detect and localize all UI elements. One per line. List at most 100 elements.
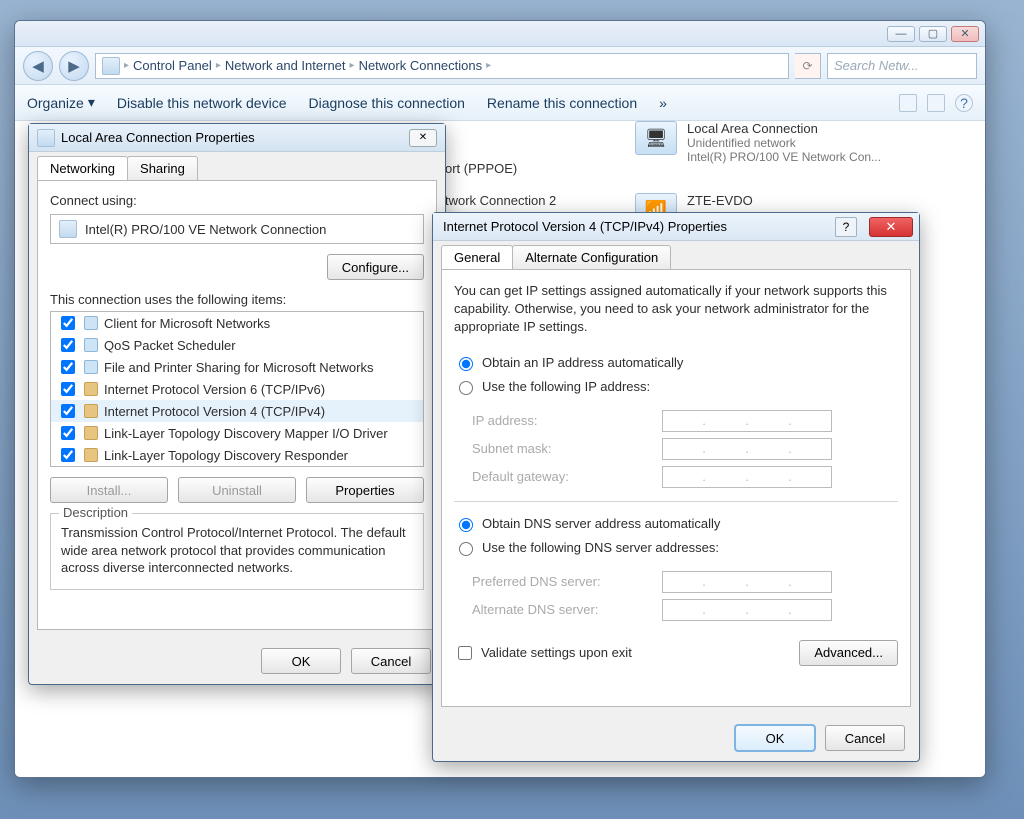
rename-button[interactable]: Rename this connection	[487, 95, 637, 111]
radio-label: Obtain DNS server address automatically	[482, 516, 720, 531]
tab-strip: General Alternate Configuration	[433, 241, 919, 269]
dialog-title: Internet Protocol Version 4 (TCP/IPv4) P…	[443, 219, 829, 234]
tab-alternate-config[interactable]: Alternate Configuration	[512, 245, 671, 269]
close-button[interactable]: ✕	[951, 26, 979, 42]
minimize-button[interactable]: —	[887, 26, 915, 42]
tab-panel-general: You can get IP settings assigned automat…	[441, 269, 911, 707]
field-label: Subnet mask:	[472, 441, 652, 456]
radio-label: Obtain an IP address automatically	[482, 355, 683, 370]
window-titlebar: — ▢ ✕	[15, 21, 985, 47]
radio-use-ip[interactable]: Use the following IP address:	[454, 375, 898, 399]
properties-button[interactable]: Properties	[306, 477, 424, 503]
connection-label: ort (PPPOE)	[445, 161, 517, 176]
subnet-mask-input: ...	[662, 438, 832, 460]
uninstall-button[interactable]: Uninstall	[178, 477, 296, 503]
alternate-dns-input: ...	[662, 599, 832, 621]
close-button[interactable]: ✕	[409, 129, 437, 147]
close-button[interactable]: ✕	[869, 217, 913, 237]
radio-input[interactable]	[459, 542, 473, 556]
service-icon	[84, 338, 98, 352]
ipv4-properties-dialog: Internet Protocol Version 4 (TCP/IPv4) P…	[432, 212, 920, 762]
ok-button[interactable]: OK	[735, 725, 815, 751]
chevron-right-icon: ▸	[350, 60, 355, 71]
search-input[interactable]: Search Netw...	[827, 53, 977, 79]
tab-panel-networking: Connect using: Intel(R) PRO/100 VE Netwo…	[37, 180, 437, 630]
item-label: Internet Protocol Version 4 (TCP/IPv4)	[104, 404, 325, 419]
client-icon	[84, 316, 98, 330]
diagnose-button[interactable]: Diagnose this connection	[308, 95, 464, 111]
nav-row: ◀ ▶ ▸ Control Panel ▸ Network and Intern…	[15, 47, 985, 85]
help-button[interactable]: ?	[955, 94, 973, 112]
ok-button[interactable]: OK	[261, 648, 341, 674]
configure-button[interactable]: Configure...	[327, 254, 424, 280]
radio-obtain-dns[interactable]: Obtain DNS server address automatically	[454, 512, 898, 536]
maximize-button[interactable]: ▢	[919, 26, 947, 42]
preview-pane-button[interactable]	[927, 94, 945, 112]
tab-networking[interactable]: Networking	[37, 156, 128, 180]
ip-fields: IP address:... Subnet mask:... Default g…	[472, 407, 898, 491]
list-item[interactable]: Internet Protocol Version 6 (TCP/IPv6)	[51, 378, 423, 400]
tab-general[interactable]: General	[441, 245, 513, 269]
item-checkbox[interactable]	[61, 404, 75, 418]
list-item[interactable]: Link-Layer Topology Discovery Responder	[51, 444, 423, 466]
radio-input[interactable]	[459, 357, 473, 371]
chevron-right-icon: ▸	[216, 60, 221, 71]
items-label: This connection uses the following items…	[50, 292, 424, 307]
install-button[interactable]: Install...	[50, 477, 168, 503]
list-item[interactable]: QoS Packet Scheduler	[51, 334, 423, 356]
protocol-icon	[84, 382, 98, 396]
service-icon	[84, 360, 98, 374]
radio-input[interactable]	[459, 381, 473, 395]
network-adapter-icon: 🖥	[635, 121, 677, 155]
radio-obtain-ip[interactable]: Obtain an IP address automatically	[454, 351, 898, 375]
item-checkbox[interactable]	[61, 360, 75, 374]
item-checkbox[interactable]	[61, 338, 75, 352]
tab-sharing[interactable]: Sharing	[127, 156, 198, 180]
item-checkbox[interactable]	[61, 448, 75, 462]
radio-input[interactable]	[459, 518, 473, 532]
forward-button[interactable]: ▶	[59, 51, 89, 81]
connection-title: Local Area Connection	[687, 121, 881, 136]
item-label: QoS Packet Scheduler	[104, 338, 236, 353]
radio-use-dns[interactable]: Use the following DNS server addresses:	[454, 536, 898, 560]
radio-label: Use the following IP address:	[482, 379, 650, 394]
dialog-buttons: OK Cancel	[29, 638, 445, 684]
crumb-network-internet[interactable]: Network and Internet	[225, 58, 346, 73]
overflow-button[interactable]: »	[659, 95, 667, 111]
connection-lan[interactable]: 🖥 Local Area Connection Unidentified net…	[635, 121, 881, 164]
list-item[interactable]: Client for Microsoft Networks	[51, 312, 423, 334]
item-label: Internet Protocol Version 6 (TCP/IPv6)	[104, 382, 325, 397]
list-item[interactable]: File and Printer Sharing for Microsoft N…	[51, 356, 423, 378]
item-checkbox[interactable]	[61, 316, 75, 330]
validate-settings-checkbox[interactable]: Validate settings upon exit	[454, 641, 632, 665]
dialog-buttons: OK Cancel	[433, 715, 919, 761]
list-item[interactable]: Internet Protocol Version 4 (TCP/IPv4)	[51, 400, 423, 422]
breadcrumb[interactable]: ▸ Control Panel ▸ Network and Internet ▸…	[95, 53, 789, 79]
item-checkbox[interactable]	[61, 382, 75, 396]
network-items-list[interactable]: Client for Microsoft Networks QoS Packet…	[50, 311, 424, 467]
connection-label: twork Connection 2	[445, 193, 556, 208]
item-checkbox[interactable]	[61, 426, 75, 440]
crumb-network-connections[interactable]: Network Connections	[359, 58, 483, 73]
protocol-icon	[84, 448, 98, 462]
back-button[interactable]: ◀	[23, 51, 53, 81]
advanced-button[interactable]: Advanced...	[799, 640, 898, 666]
connection-broadband2[interactable]: twork Connection 2	[445, 193, 556, 208]
item-label: Link-Layer Topology Discovery Responder	[104, 448, 348, 463]
adapter-name: Intel(R) PRO/100 VE Network Connection	[85, 222, 326, 237]
field-label: IP address:	[472, 413, 652, 428]
checkbox-input[interactable]	[458, 646, 472, 660]
connection-status: Unidentified network	[687, 136, 881, 150]
list-item[interactable]: Link-Layer Topology Discovery Mapper I/O…	[51, 422, 423, 444]
tab-strip: Networking Sharing	[29, 152, 445, 180]
organize-menu[interactable]: Organize ▾	[27, 94, 95, 111]
item-label: File and Printer Sharing for Microsoft N…	[104, 360, 373, 375]
connection-pppoe[interactable]: ort (PPPOE)	[445, 161, 517, 176]
cancel-button[interactable]: Cancel	[351, 648, 431, 674]
view-options-button[interactable]	[899, 94, 917, 112]
disable-device-button[interactable]: Disable this network device	[117, 95, 287, 111]
refresh-button[interactable]: ⟳	[795, 53, 821, 79]
help-button[interactable]: ?	[835, 217, 857, 237]
cancel-button[interactable]: Cancel	[825, 725, 905, 751]
crumb-control-panel[interactable]: Control Panel	[133, 58, 212, 73]
